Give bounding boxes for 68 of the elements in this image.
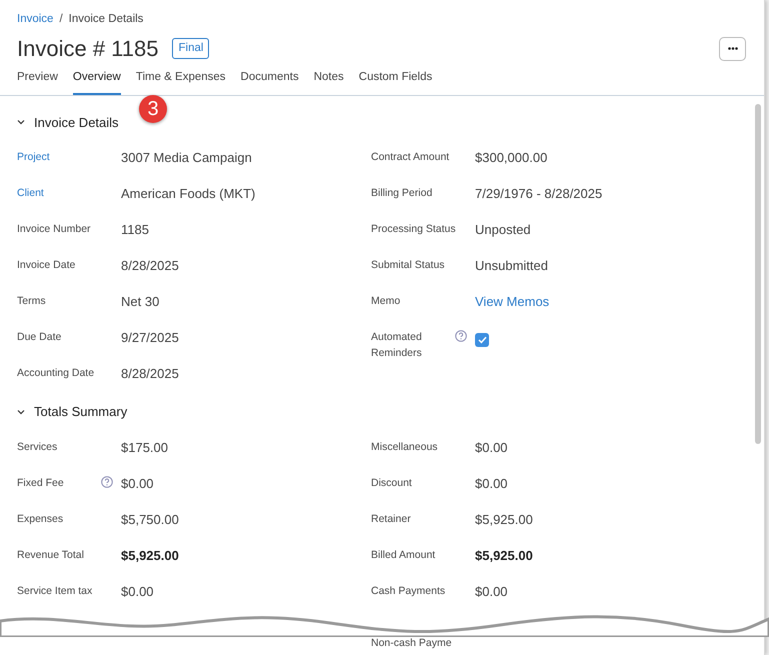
field-label: Billed Amount	[371, 548, 436, 562]
tab[interactable]: Time & Expenses	[136, 69, 226, 94]
field-label: Client	[17, 186, 44, 201]
field-label: Terms	[17, 294, 46, 309]
field-value: $5,925.00	[121, 546, 179, 564]
field-label: Miscellaneous	[371, 440, 438, 454]
chevron-down-icon[interactable]	[17, 408, 25, 415]
section-title: Totals Summary	[34, 403, 128, 421]
field-label: Due Date	[17, 330, 62, 345]
field-value: Net 30	[121, 293, 160, 311]
field-label: Submital Status	[371, 258, 445, 273]
breadcrumb-link[interactable]: Invoice	[17, 11, 54, 28]
status-badge: Final	[172, 38, 210, 60]
field-label: Invoice Number	[17, 222, 91, 237]
view-memos-link[interactable]: View Memos	[475, 292, 550, 312]
field-value: 1185	[121, 221, 149, 239]
field-label: Contract Amount	[371, 150, 450, 165]
field-value: $0.00	[475, 438, 508, 456]
help-icon[interactable]	[455, 330, 467, 342]
field-value: $5,750.00	[121, 510, 179, 528]
field-label: Service Item tax	[17, 584, 92, 598]
field-label: Cash Payments	[371, 584, 446, 598]
field-label: Discount	[371, 476, 412, 490]
field-value: Unsubmitted	[475, 257, 548, 275]
help-icon[interactable]	[101, 476, 113, 488]
field-value: Unposted	[475, 221, 531, 239]
chevron-down-icon[interactable]	[17, 119, 25, 126]
field-value: $0.00	[121, 474, 154, 492]
checkbox[interactable]	[475, 333, 489, 347]
field-value: 8/28/2025	[121, 365, 179, 383]
tab[interactable]: Notes	[314, 69, 344, 94]
field-label: Invoice Date	[17, 258, 76, 273]
field-value: 7/29/1976 - 8/28/2025	[475, 185, 602, 203]
tab[interactable]: Custom Fields	[358, 69, 432, 94]
section-title: Invoice Details	[34, 114, 119, 132]
field-label: Automated Reminders	[371, 330, 423, 361]
field-value: $0.00	[475, 582, 508, 600]
field-value: $300,000.00	[475, 149, 548, 167]
field-label: Processing Status	[371, 222, 456, 237]
field-label: Retainer	[371, 512, 411, 526]
breadcrumb-current: Invoice Details	[68, 12, 144, 27]
field-value: 8/28/2025	[121, 257, 179, 275]
field-label: Non-cash Payme	[371, 636, 452, 648]
field-label: Expenses	[17, 512, 64, 526]
tab[interactable]: Documents	[240, 69, 299, 94]
field-value: $5,925.00	[475, 510, 533, 528]
more-icon	[728, 47, 738, 50]
field-value: $0.00	[475, 474, 508, 492]
breadcrumb-separator: /	[59, 12, 63, 27]
field-value: $0.00	[121, 582, 154, 600]
callout-marker: 3	[139, 95, 167, 124]
page-title: Invoice # 1185	[17, 35, 158, 64]
field-value: American Foods (MKT)	[121, 185, 256, 203]
tab[interactable]: Overview	[72, 69, 121, 94]
field-value: 9/27/2025	[121, 329, 179, 347]
field-value: $175.00	[121, 438, 168, 456]
check-icon	[478, 336, 486, 344]
field-label: Revenue Total	[17, 548, 84, 562]
field-label: Accounting Date	[17, 366, 94, 381]
field-label: Billing Period	[371, 186, 432, 201]
tab[interactable]: Preview	[17, 69, 58, 94]
field-label: Fixed Fee	[17, 476, 64, 490]
field-label: Memo	[371, 294, 400, 309]
field-label: Services	[17, 440, 58, 454]
field-value: 3007 Media Campaign	[121, 149, 252, 167]
field-label: Project	[17, 150, 50, 165]
more-button[interactable]	[719, 36, 746, 61]
field-value: $5,925.00	[475, 546, 533, 564]
